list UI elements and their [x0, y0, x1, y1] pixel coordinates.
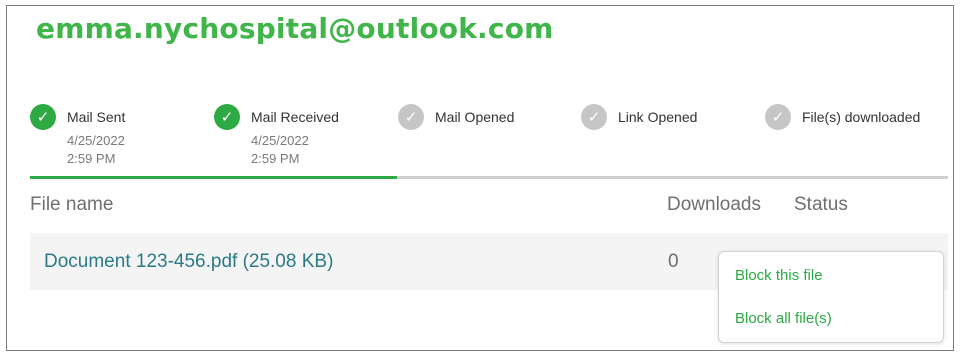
file-link[interactable]: Document 123-456.pdf (25.08 KB): [44, 251, 333, 273]
step-date: 4/25/2022: [67, 133, 125, 148]
step-date: 4/25/2022: [251, 133, 309, 148]
step-label: Link Opened: [618, 109, 698, 125]
block-all-files-option[interactable]: Block all file(s): [735, 310, 832, 327]
progress-track: [30, 176, 948, 179]
check-icon: ✓: [398, 104, 424, 130]
step-files-downloaded: ✓ File(s) downloaded: [765, 104, 947, 174]
column-header-downloads: Downloads: [667, 194, 761, 215]
step-mail-opened: ✓ Mail Opened: [398, 104, 580, 174]
downloads-count: 0: [668, 251, 679, 272]
step-label: Mail Opened: [435, 109, 515, 125]
step-link-opened: ✓ Link Opened: [581, 104, 763, 174]
step-mail-sent: ✓ Mail Sent 4/25/2022 2:59 PM: [30, 104, 212, 174]
column-header-file-name: File name: [30, 194, 114, 215]
step-label: File(s) downloaded: [802, 109, 921, 125]
check-icon: ✓: [581, 104, 607, 130]
block-this-file-option[interactable]: Block this file: [735, 267, 823, 284]
step-label: Mail Sent: [67, 109, 126, 125]
step-time: 2:59 PM: [251, 151, 300, 166]
check-icon: ✓: [30, 104, 56, 130]
step-time: 2:59 PM: [67, 151, 116, 166]
recipient-email-title: emma.nychospital@outlook.com: [36, 12, 554, 45]
column-header-status: Status: [794, 194, 848, 215]
progress-fill: [30, 176, 398, 179]
check-icon: ✓: [214, 104, 240, 130]
step-label: Mail Received: [251, 109, 339, 125]
step-mail-received: ✓ Mail Received 4/25/2022 2:59 PM: [214, 104, 396, 174]
status-dropdown-menu: Block this file Block all file(s): [718, 251, 944, 343]
check-icon: ✓: [765, 104, 791, 130]
delivery-steps: ✓ Mail Sent 4/25/2022 2:59 PM ✓ Mail Rec…: [30, 104, 948, 174]
